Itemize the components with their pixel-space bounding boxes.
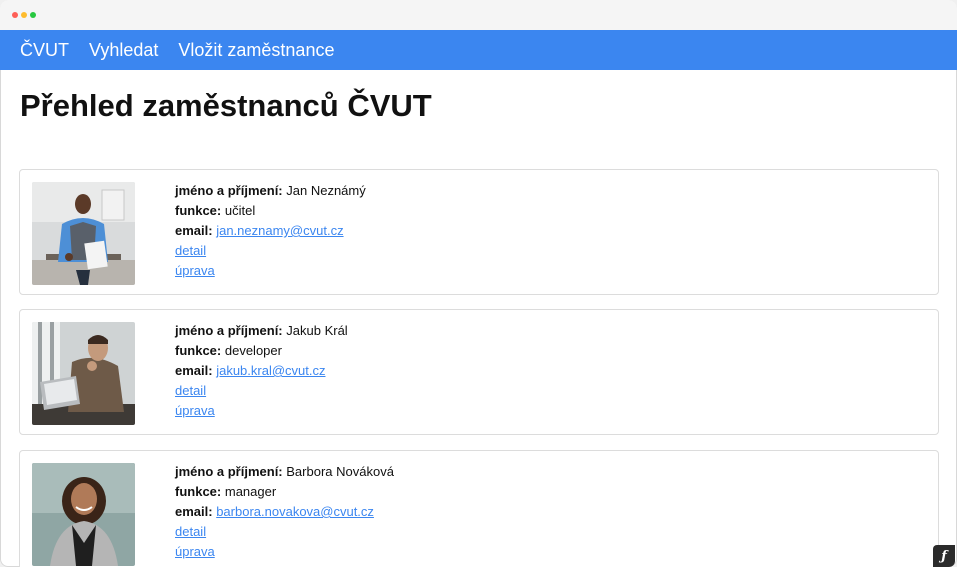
employee-card: jméno a příjmení: Jan Neznámý funkce: uč… xyxy=(19,169,939,295)
nav-link-add-employee[interactable]: Vložit zaměstnance xyxy=(178,40,334,61)
symfony-toolbar-icon[interactable]: ƒ xyxy=(933,545,955,567)
browser-window: ČVUT Vyhledat Vložit zaměstnance Přehled… xyxy=(0,0,957,567)
function-label: funkce: xyxy=(175,484,222,499)
nav-brand-link[interactable]: ČVUT xyxy=(20,40,69,61)
page-title: Přehled zaměstnanců ČVUT xyxy=(20,88,432,123)
employee-info: jméno a příjmení: Jan Neznámý funkce: uč… xyxy=(175,181,366,281)
edit-link[interactable]: úprava xyxy=(175,544,215,559)
detail-link[interactable]: detail xyxy=(175,524,206,539)
man-presenting-photo-icon xyxy=(32,182,135,285)
name-label: jméno a příjmení: xyxy=(175,323,283,338)
employee-info: jméno a příjmení: Jakub Král funkce: dev… xyxy=(175,321,348,421)
employee-name: Barbora Nováková xyxy=(286,464,394,479)
employee-function: developer xyxy=(224,343,282,358)
email-label: email: xyxy=(175,223,213,238)
name-label: jméno a příjmení: xyxy=(175,464,283,479)
detail-link[interactable]: detail xyxy=(175,383,206,398)
employee-photo xyxy=(32,182,135,285)
employee-email-link[interactable]: jan.neznamy@cvut.cz xyxy=(216,223,343,238)
employee-card: jméno a příjmení: Barbora Nováková funkc… xyxy=(19,450,939,567)
employee-photo xyxy=(32,463,135,566)
edit-link[interactable]: úprava xyxy=(175,403,215,418)
detail-link[interactable]: detail xyxy=(175,243,206,258)
close-window-dot[interactable] xyxy=(12,12,18,18)
employee-card: jméno a příjmení: Jakub Král funkce: dev… xyxy=(19,309,939,435)
employee-email-link[interactable]: jakub.kral@cvut.cz xyxy=(216,363,325,378)
nav-link-search[interactable]: Vyhledat xyxy=(89,40,158,61)
woman-portrait-photo-icon xyxy=(32,463,135,566)
employee-photo xyxy=(32,322,135,425)
email-label: email: xyxy=(175,504,213,519)
window-titlebar xyxy=(0,0,957,31)
maximize-window-dot[interactable] xyxy=(30,12,36,18)
employee-name: Jan Neznámý xyxy=(286,183,366,198)
employee-function: manager xyxy=(224,484,277,499)
function-label: funkce: xyxy=(175,343,222,358)
function-label: funkce: xyxy=(175,203,222,218)
top-navbar: ČVUT Vyhledat Vložit zaměstnance xyxy=(0,30,957,70)
employee-info: jméno a příjmení: Barbora Nováková funkc… xyxy=(175,462,394,562)
name-label: jméno a příjmení: xyxy=(175,183,283,198)
edit-link[interactable]: úprava xyxy=(175,263,215,278)
employee-function: učitel xyxy=(224,203,256,218)
employee-email-link[interactable]: barbora.novakova@cvut.cz xyxy=(216,504,374,519)
employee-name: Jakub Král xyxy=(286,323,348,338)
man-laptop-photo-icon xyxy=(32,322,135,425)
minimize-window-dot[interactable] xyxy=(21,12,27,18)
email-label: email: xyxy=(175,363,213,378)
